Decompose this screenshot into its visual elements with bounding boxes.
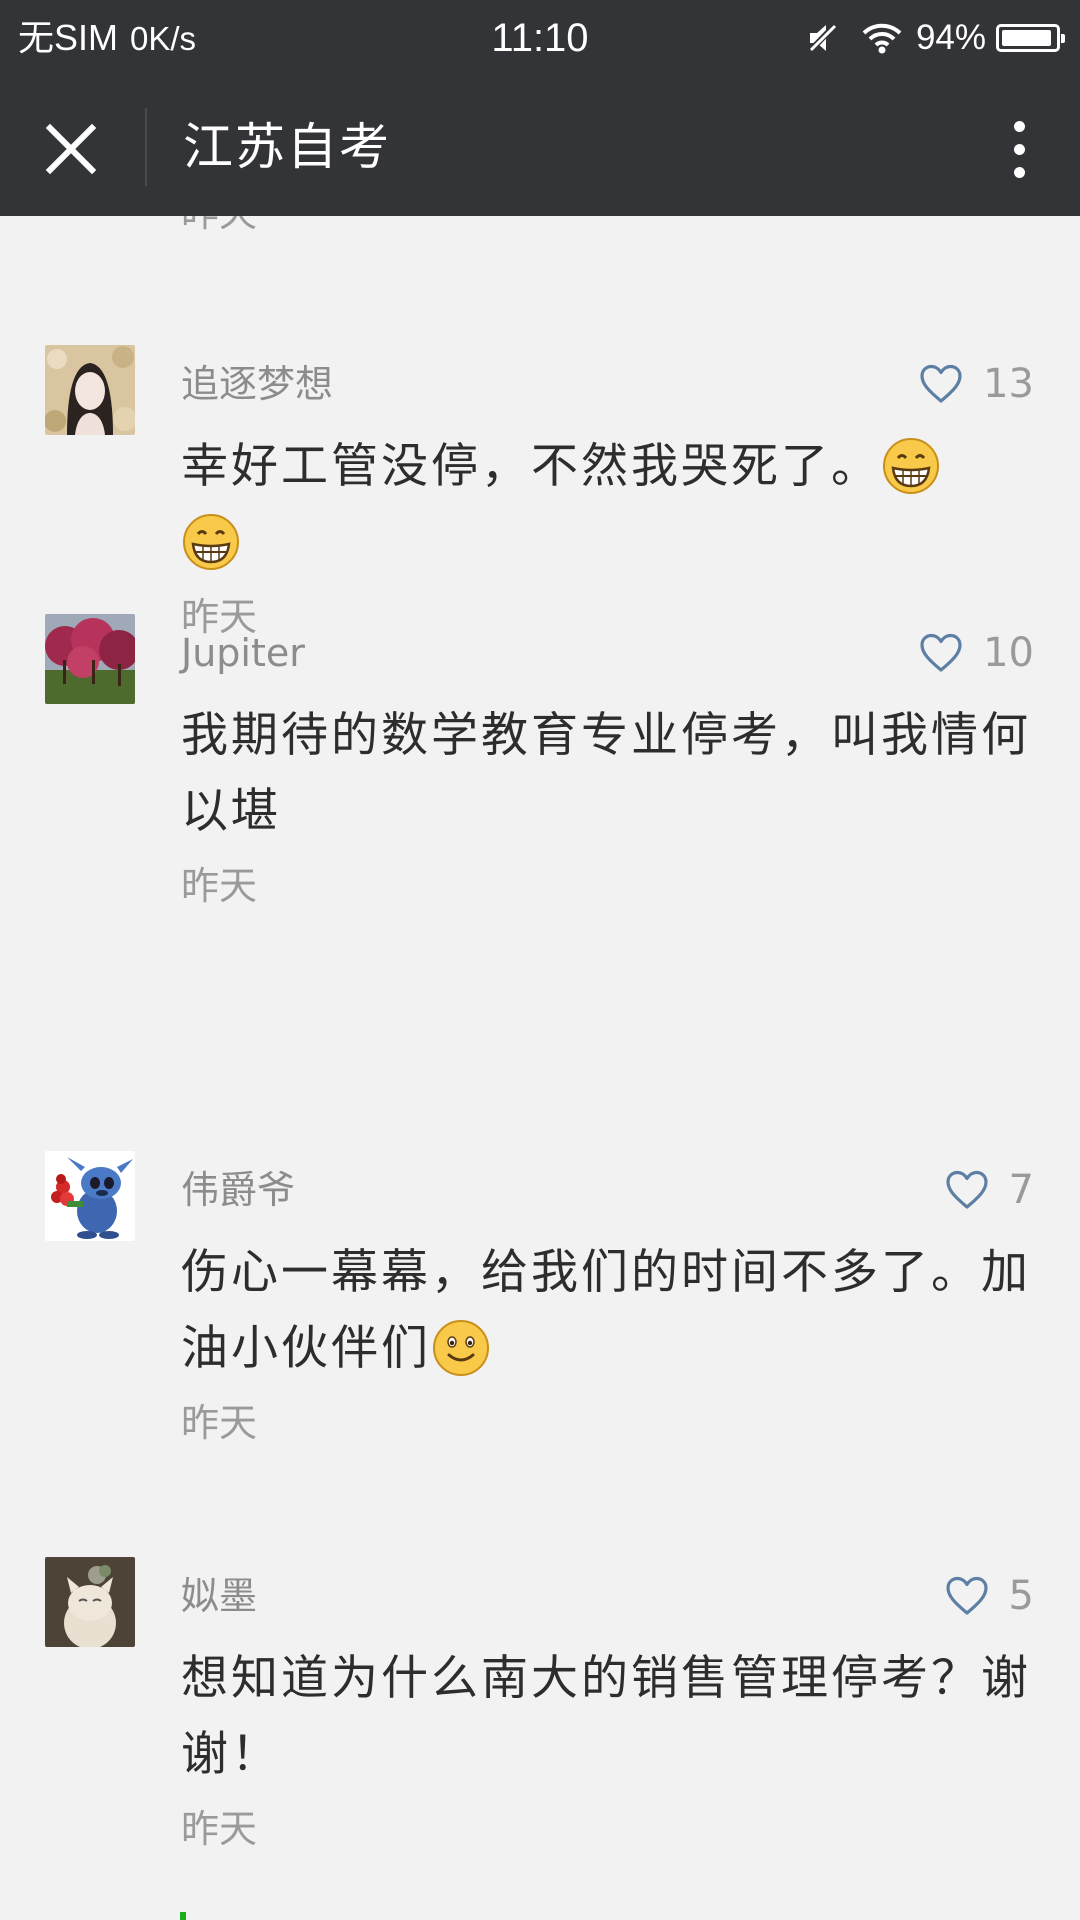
comment-text: 我期待的数学教育专业停考，叫我情何以堪: [181, 708, 1031, 839]
status-right: 94%: [806, 14, 1065, 62]
like-button[interactable]: 7: [945, 1163, 1034, 1217]
heart-icon: [945, 1170, 988, 1209]
comment-time: 昨天: [181, 1401, 258, 1445]
scroll-indicator: [180, 1912, 186, 1920]
nav-bar: 江苏自考: [0, 76, 1080, 216]
comment-text: 伤心一幕幕，给我们的时间不多了。加油小伙伴们: [181, 1235, 1031, 1387]
comment-author: 伟爵爷: [181, 1168, 296, 1212]
comment-time: 昨天: [181, 864, 258, 908]
comment-author: Jupiter: [181, 631, 305, 675]
avatar[interactable]: [45, 614, 135, 704]
heart-icon: [945, 1576, 988, 1615]
like-button[interactable]: 5: [945, 1569, 1034, 1623]
grin-emoji-icon: [181, 512, 241, 572]
smile-emoji-icon: [431, 1318, 491, 1378]
status-bar: 无SIM 0K/s 11:10 94%: [0, 0, 1080, 76]
like-count: 7: [1008, 1167, 1034, 1213]
nav-divider: [145, 108, 147, 186]
more-options-button[interactable]: [1000, 114, 1040, 184]
like-button[interactable]: 10: [919, 626, 1034, 680]
page-title: 江苏自考: [183, 118, 391, 176]
like-button[interactable]: 13: [919, 357, 1034, 411]
close-icon: [45, 123, 97, 175]
heart-icon: [920, 633, 962, 672]
grin-emoji-icon: [881, 436, 941, 496]
mute-icon: [806, 21, 840, 55]
battery-icon: [996, 24, 1065, 52]
comment-author: 姒墨: [181, 1574, 258, 1618]
battery-percent: 94%: [915, 18, 986, 57]
avatar[interactable]: [45, 1151, 135, 1241]
comment-text-segment: 伤心一幕幕，给我们的时间不多了。加油小伙伴们: [181, 1245, 1031, 1376]
wifi-icon: [862, 22, 902, 54]
like-count: 13: [983, 361, 1034, 407]
avatar[interactable]: [45, 345, 135, 435]
avatar[interactable]: [45, 1557, 135, 1647]
comment-list[interactable]: 昨天 追逐梦想 13 幸好工管没停，不然我哭死了。 昨天: [0, 216, 1080, 1920]
comment-time: 昨天: [181, 216, 257, 240]
like-count: 5: [1008, 1573, 1034, 1619]
battery-fill: [1002, 30, 1051, 46]
comment-time: 昨天: [181, 1807, 258, 1851]
comment-text-segment: 幸好工管没停，不然我哭死了。: [181, 439, 881, 494]
comment-text: 想知道为什么南大的销售管理停考？谢谢！: [181, 1651, 1031, 1782]
comment-author: 追逐梦想: [181, 362, 334, 406]
heart-icon: [920, 364, 962, 403]
comment-text: 幸好工管没停，不然我哭死了。: [181, 429, 1031, 581]
like-count: 10: [983, 630, 1034, 676]
close-button[interactable]: [36, 114, 106, 184]
